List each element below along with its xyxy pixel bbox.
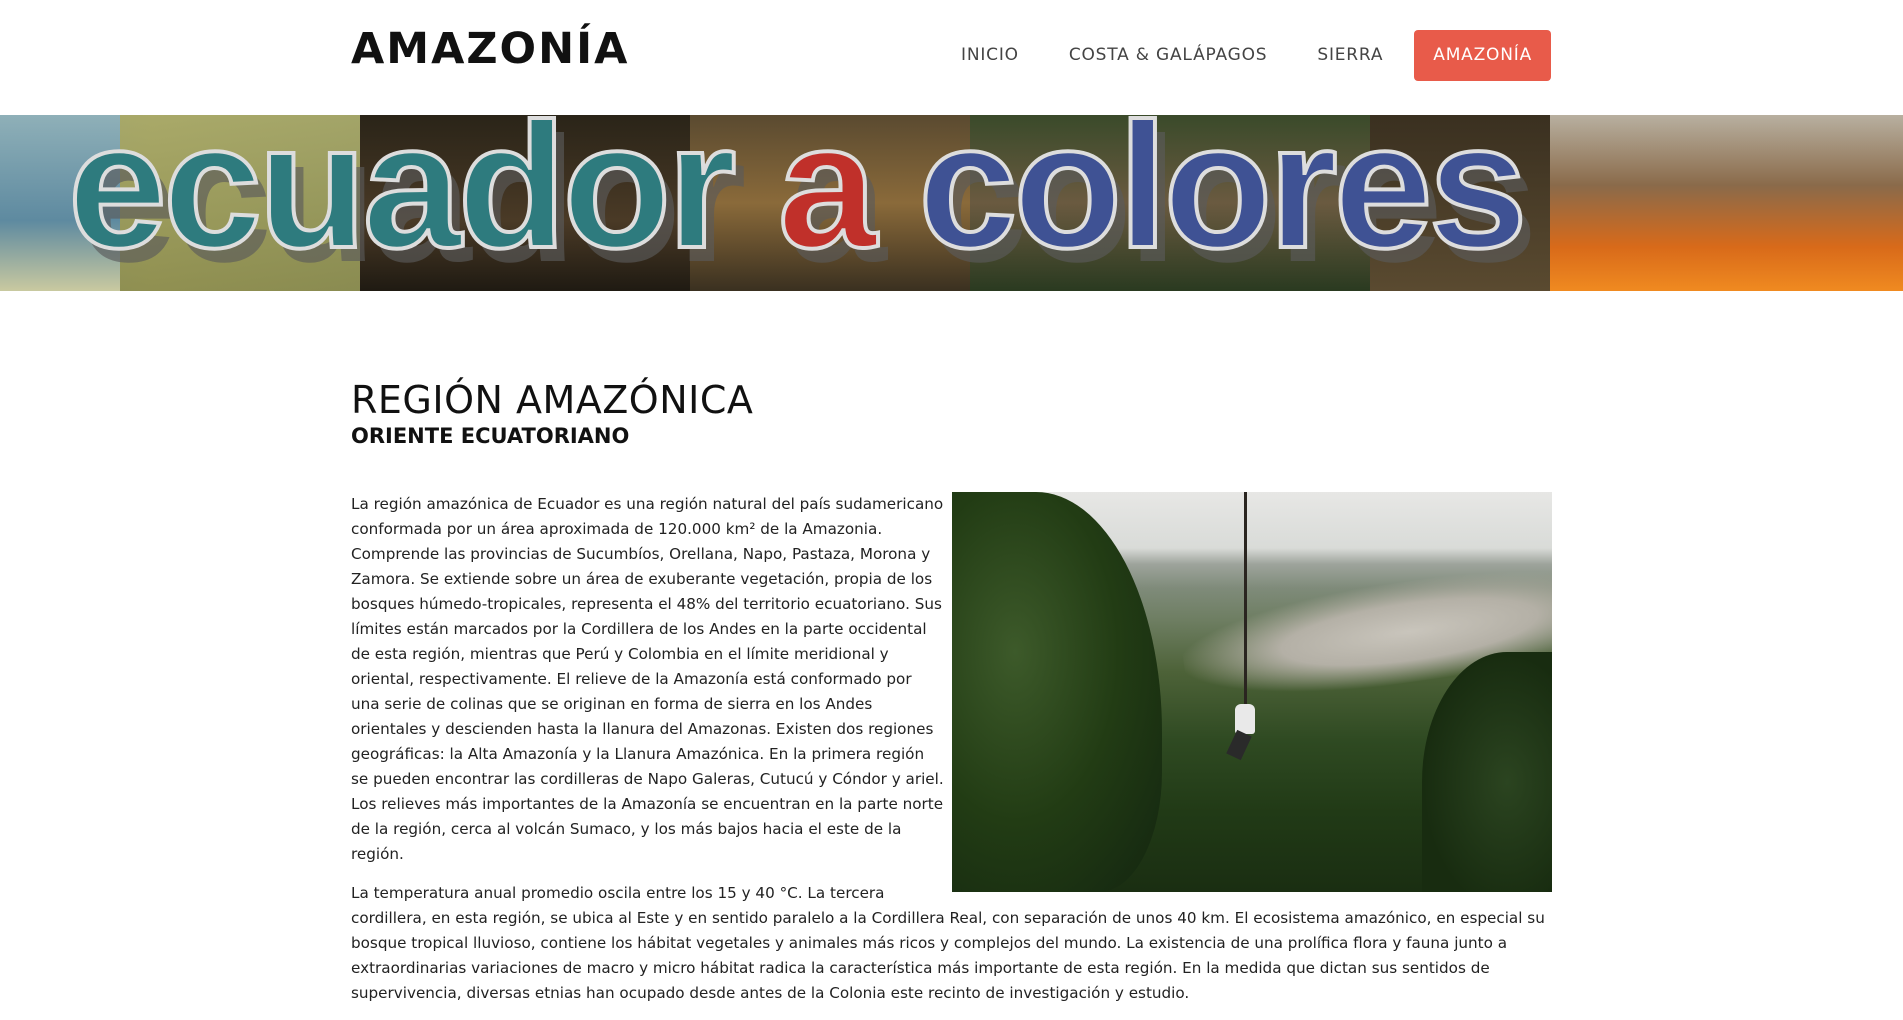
- nav-inicio[interactable]: INICIO: [936, 30, 1044, 81]
- page-subtitle: ORIENTE ECUATORIANO: [351, 423, 630, 448]
- main-nav: INICIO COSTA & GALÁPAGOS SIERRA AMAZONÍA: [936, 30, 1551, 81]
- banner-word-a: a: [776, 115, 879, 285]
- article-content: La región amazónica de Ecuador es una re…: [351, 492, 1552, 1020]
- nav-amazonia[interactable]: AMAZONÍA: [1414, 30, 1551, 81]
- page-title: REGIÓN AMAZÓNICA: [351, 378, 754, 422]
- banner-title: ecuador a colores: [66, 115, 1530, 277]
- amazon-zipline-photo: [952, 492, 1552, 892]
- banner-photo-sunset: [1550, 115, 1903, 291]
- page-heading: REGIÓN AMAZÓNICA ORIENTE ECUATORIANO: [351, 378, 1551, 449]
- site-header: AMAZONÍA INICIO COSTA & GALÁPAGOS SIERRA…: [0, 0, 1903, 115]
- banner-word-ecuador: ecuador: [66, 115, 738, 285]
- banner-word-colores: colores: [916, 115, 1529, 285]
- nav-costa-galapagos[interactable]: COSTA & GALÁPAGOS: [1044, 30, 1293, 81]
- nav-sierra[interactable]: SIERRA: [1292, 30, 1408, 81]
- site-title: AMAZONÍA: [351, 24, 630, 74]
- hero-banner: ecuador a colores: [0, 115, 1903, 291]
- article-paragraph: La temperatura anual promedio oscila ent…: [351, 884, 1545, 1002]
